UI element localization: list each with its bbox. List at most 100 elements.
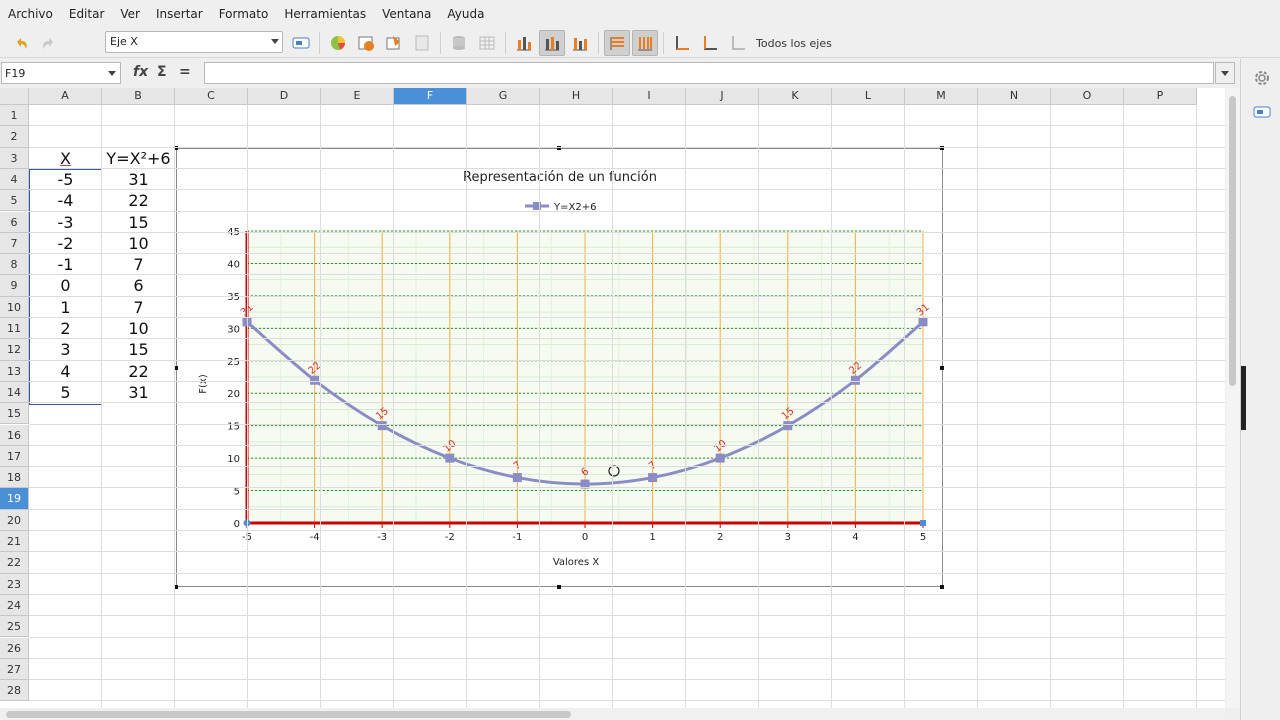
row-header-1[interactable]: 1: [0, 105, 29, 127]
column-header-o[interactable]: O: [1051, 88, 1124, 105]
redo-button[interactable]: [36, 30, 62, 56]
cell-b10[interactable]: 7: [102, 297, 175, 318]
formula-input[interactable]: [204, 62, 1214, 84]
row-header-11[interactable]: 11: [0, 318, 29, 340]
column-header-j[interactable]: J: [686, 88, 759, 105]
row-header-19[interactable]: 19: [0, 488, 29, 510]
format-selection-button[interactable]: [288, 30, 314, 56]
column-header-n[interactable]: N: [978, 88, 1051, 105]
vertical-gridlines-toggle[interactable]: [632, 30, 658, 56]
column-header-h[interactable]: H: [540, 88, 613, 105]
row-header-17[interactable]: 17: [0, 445, 29, 468]
row-header-21[interactable]: 21: [0, 531, 29, 553]
row-header-14[interactable]: 14: [0, 381, 29, 404]
undo-button[interactable]: [8, 30, 34, 56]
menu-ayuda[interactable]: Ayuda: [447, 7, 484, 21]
cell-b6[interactable]: 15: [102, 212, 175, 233]
chart-floor-button[interactable]: [409, 30, 435, 56]
menu-editar[interactable]: Editar: [69, 7, 105, 21]
row-header-20[interactable]: 20: [0, 509, 29, 531]
cell-b13[interactable]: 22: [102, 361, 175, 382]
menu-ver[interactable]: Ver: [120, 7, 140, 21]
column-header-k[interactable]: K: [759, 88, 832, 105]
row-header-16[interactable]: 16: [0, 424, 29, 446]
column-header-a[interactable]: A: [29, 88, 102, 105]
row-header-25[interactable]: 25: [0, 616, 29, 638]
row-header-5[interactable]: 5: [0, 190, 29, 212]
chart-element-select[interactable]: Eje X: [105, 31, 283, 53]
all-axes-button[interactable]: [725, 30, 751, 56]
column-header-f[interactable]: F: [394, 88, 467, 105]
column-header-b[interactable]: B: [102, 88, 175, 105]
column-header-l[interactable]: L: [832, 88, 905, 105]
row-header-6[interactable]: 6: [0, 211, 29, 233]
menu-herramientas[interactable]: Herramientas: [284, 7, 366, 21]
row-header-12[interactable]: 12: [0, 339, 29, 361]
resize-handle-s[interactable]: [557, 585, 561, 589]
column-header-g[interactable]: G: [467, 88, 540, 105]
sum-icon[interactable]: Σ: [157, 64, 167, 80]
cell-b12[interactable]: 15: [102, 339, 175, 360]
chart-area-button[interactable]: [381, 30, 407, 56]
row-header-15[interactable]: 15: [0, 403, 29, 425]
column-header-d[interactable]: D: [248, 88, 321, 105]
x-axis-button[interactable]: [669, 30, 695, 56]
select-all-corner[interactable]: [0, 88, 29, 105]
column-header-c[interactable]: C: [175, 88, 248, 105]
row-header-10[interactable]: 10: [0, 296, 29, 318]
all-axes-label[interactable]: Todos los ejes: [756, 37, 832, 50]
horizontal-scrollbar[interactable]: [0, 708, 1225, 720]
row-header-23[interactable]: 23: [0, 573, 29, 595]
horizontal-grids-button[interactable]: [539, 30, 565, 56]
vertical-scroll-thumb[interactable]: [1229, 96, 1236, 386]
horizontal-gridlines-toggle[interactable]: [604, 30, 630, 56]
name-box[interactable]: F19: [1, 62, 121, 84]
row-header-28[interactable]: 28: [0, 680, 29, 702]
cell-b3[interactable]: Y=X²+6: [102, 148, 175, 169]
menu-ventana[interactable]: Ventana: [382, 7, 431, 21]
resize-handle-se[interactable]: [940, 585, 944, 589]
menu-formato[interactable]: Formato: [219, 7, 269, 21]
menu-insertar[interactable]: Insertar: [156, 7, 203, 21]
row-header-24[interactable]: 24: [0, 594, 29, 617]
data-grid-button[interactable]: [474, 30, 500, 56]
row-header-18[interactable]: 18: [0, 467, 29, 489]
column-header-i[interactable]: I: [613, 88, 686, 105]
spreadsheet-grid[interactable]: X Y=X²+6 -5 -4 -3 -2 -1 0 1 2 3 4 5 31 22 15 10 7 6 7 10 1…: [0, 88, 1225, 708]
sidebar-properties-button[interactable]: [1251, 101, 1273, 123]
cell-b7[interactable]: 10: [102, 233, 175, 254]
row-header-22[interactable]: 22: [0, 552, 29, 574]
chart-wall-button[interactable]: [353, 30, 379, 56]
row-header-2[interactable]: 2: [0, 126, 29, 148]
function-wizard-icon[interactable]: fx: [133, 64, 148, 80]
sidebar-settings-button[interactable]: [1251, 67, 1273, 89]
row-header-4[interactable]: 4: [0, 168, 29, 191]
row-header-27[interactable]: 27: [0, 658, 29, 681]
row-header-3[interactable]: 3: [0, 147, 29, 169]
cell-b11[interactable]: 10: [102, 318, 175, 339]
horizontal-scroll-thumb[interactable]: [6, 711, 571, 718]
row-header-26[interactable]: 26: [0, 637, 29, 659]
row-header-7[interactable]: 7: [0, 232, 29, 255]
cell-b8[interactable]: 7: [102, 254, 175, 275]
sidebar-collapse-handle[interactable]: [1241, 366, 1246, 430]
vertical-scrollbar[interactable]: [1226, 88, 1240, 708]
vertical-grids-button[interactable]: [567, 30, 593, 56]
chart-type-button[interactable]: [325, 30, 351, 56]
column-header-e[interactable]: E: [321, 88, 394, 105]
column-header-m[interactable]: M: [905, 88, 978, 105]
cell-b14[interactable]: 31: [102, 382, 175, 403]
menu-archivo[interactable]: Archivo: [8, 7, 53, 21]
cell-b5[interactable]: 22: [102, 190, 175, 211]
equals-icon[interactable]: =: [179, 64, 191, 80]
y-axis-button[interactable]: [697, 30, 723, 56]
chart-object[interactable]: 051015202530354045-5-4-3-2-1012345312215…: [176, 148, 943, 587]
data-table-button[interactable]: [446, 30, 472, 56]
row-header-13[interactable]: 13: [0, 360, 29, 382]
cell-a3[interactable]: X: [29, 148, 102, 169]
column-header-p[interactable]: P: [1124, 88, 1197, 105]
row-header-8[interactable]: 8: [0, 254, 29, 276]
row-header-9[interactable]: 9: [0, 275, 29, 297]
cell-b4[interactable]: 31: [102, 169, 175, 190]
expand-formula-button[interactable]: [1215, 62, 1235, 84]
